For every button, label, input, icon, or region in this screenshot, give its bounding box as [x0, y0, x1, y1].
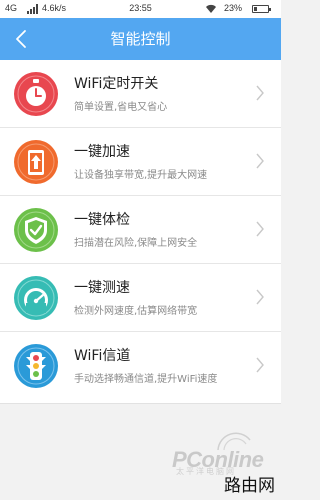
chevron-right-icon [256, 289, 264, 305]
menu-item-desc: 简单设置,省电又省心 [74, 102, 168, 113]
menu-item-desc: 扫描潜在风险,保障上网安全 [74, 238, 198, 249]
menu-item-wifi-channel[interactable]: WiFi信道 手动选择畅通信道,提升WiFi速度 [0, 332, 281, 403]
battery-percent: 23% [224, 3, 243, 13]
shield-check-icon [14, 208, 58, 252]
menu-item-title: WiFi定时开关 [74, 76, 159, 92]
menu-item-wifi-timer[interactable]: WiFi定时开关 简单设置,省电又省心 [0, 60, 281, 128]
stopwatch-icon [14, 72, 58, 116]
wifi-status-icon [206, 4, 216, 13]
menu-item-desc: 让设备独享带宽,提升最大网速 [74, 170, 208, 181]
back-arrow-icon[interactable] [10, 27, 34, 51]
speedometer-icon [14, 276, 58, 320]
status-bar: 4G 4.6k/s 23:55 23% [0, 0, 281, 18]
traffic-light-icon [14, 344, 58, 388]
battery-icon [252, 5, 271, 13]
menu-item-title: 一键体检 [74, 212, 130, 228]
menu-item-desc: 手动选择畅通信道,提升WiFi速度 [74, 374, 218, 385]
menu-item-title: WiFi信道 [74, 348, 131, 364]
chevron-right-icon [256, 221, 264, 237]
menu-item-boost[interactable]: 一键加速 让设备独享带宽,提升最大网速 [0, 128, 281, 196]
corner-brand: 路由网 [224, 476, 275, 496]
boost-arrow-icon [14, 140, 58, 184]
menu-item-title: 一键加速 [74, 144, 130, 160]
chevron-right-icon [256, 153, 264, 169]
menu-item-checkup[interactable]: 一键体检 扫描潜在风险,保障上网安全 [0, 196, 281, 264]
menu-item-desc: 检测外网速度,估算网络带宽 [74, 306, 198, 317]
chevron-right-icon [256, 357, 264, 373]
chevron-right-icon [256, 85, 264, 101]
menu-list: WiFi定时开关 简单设置,省电又省心 一键加速 让设备独享带宽,提升最大网速 … [0, 60, 281, 404]
menu-item-speedtest[interactable]: 一键测速 检测外网速度,估算网络带宽 [0, 264, 281, 332]
nav-bar: 智能控制 [0, 18, 281, 60]
menu-item-title: 一键测速 [74, 280, 130, 296]
page-title: 智能控制 [110, 30, 171, 48]
